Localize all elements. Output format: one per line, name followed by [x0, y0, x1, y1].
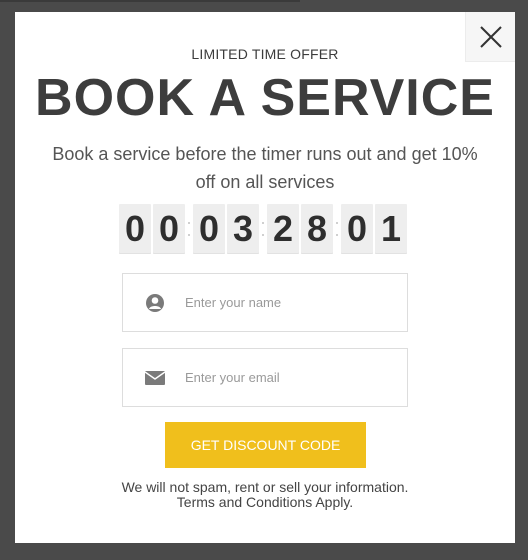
offer-eyebrow: LIMITED TIME OFFER — [191, 46, 339, 62]
privacy-disclaimer: We will not spam, rent or sell your info… — [15, 480, 515, 510]
timer-digit: 0 — [153, 204, 185, 254]
name-input[interactable] — [183, 294, 387, 311]
terms-line: Terms and Conditions Apply. — [176, 494, 354, 510]
timer-digit: 0 — [119, 204, 151, 254]
timer-digit: 0 — [341, 204, 373, 254]
envelope-icon — [143, 366, 167, 390]
user-icon — [143, 291, 167, 315]
get-discount-code-button[interactable]: GET DISCOUNT CODE — [165, 422, 366, 468]
name-field[interactable] — [122, 273, 408, 332]
modal-title: BOOK A SERVICE — [35, 69, 495, 127]
timer-digit: 3 — [227, 204, 259, 254]
timer-separator — [335, 204, 339, 254]
timer-digit: 1 — [375, 204, 407, 254]
background-bar — [0, 0, 300, 2]
email-field[interactable] — [122, 348, 408, 407]
disclaimer-line: We will not spam, rent or sell your info… — [121, 479, 409, 495]
close-icon — [479, 25, 502, 48]
email-input[interactable] — [183, 369, 387, 386]
timer-digit: 2 — [267, 204, 299, 254]
countdown-timer: 0 0 0 3 2 8 0 1 — [119, 203, 409, 255]
discount-modal: LIMITED TIME OFFER BOOK A SERVICE Book a… — [15, 12, 515, 543]
timer-digit: 8 — [301, 204, 333, 254]
timer-separator — [187, 204, 191, 254]
modal-subtitle: Book a service before the timer runs out… — [52, 144, 478, 192]
timer-digit: 0 — [193, 204, 225, 254]
timer-separator — [261, 204, 265, 254]
